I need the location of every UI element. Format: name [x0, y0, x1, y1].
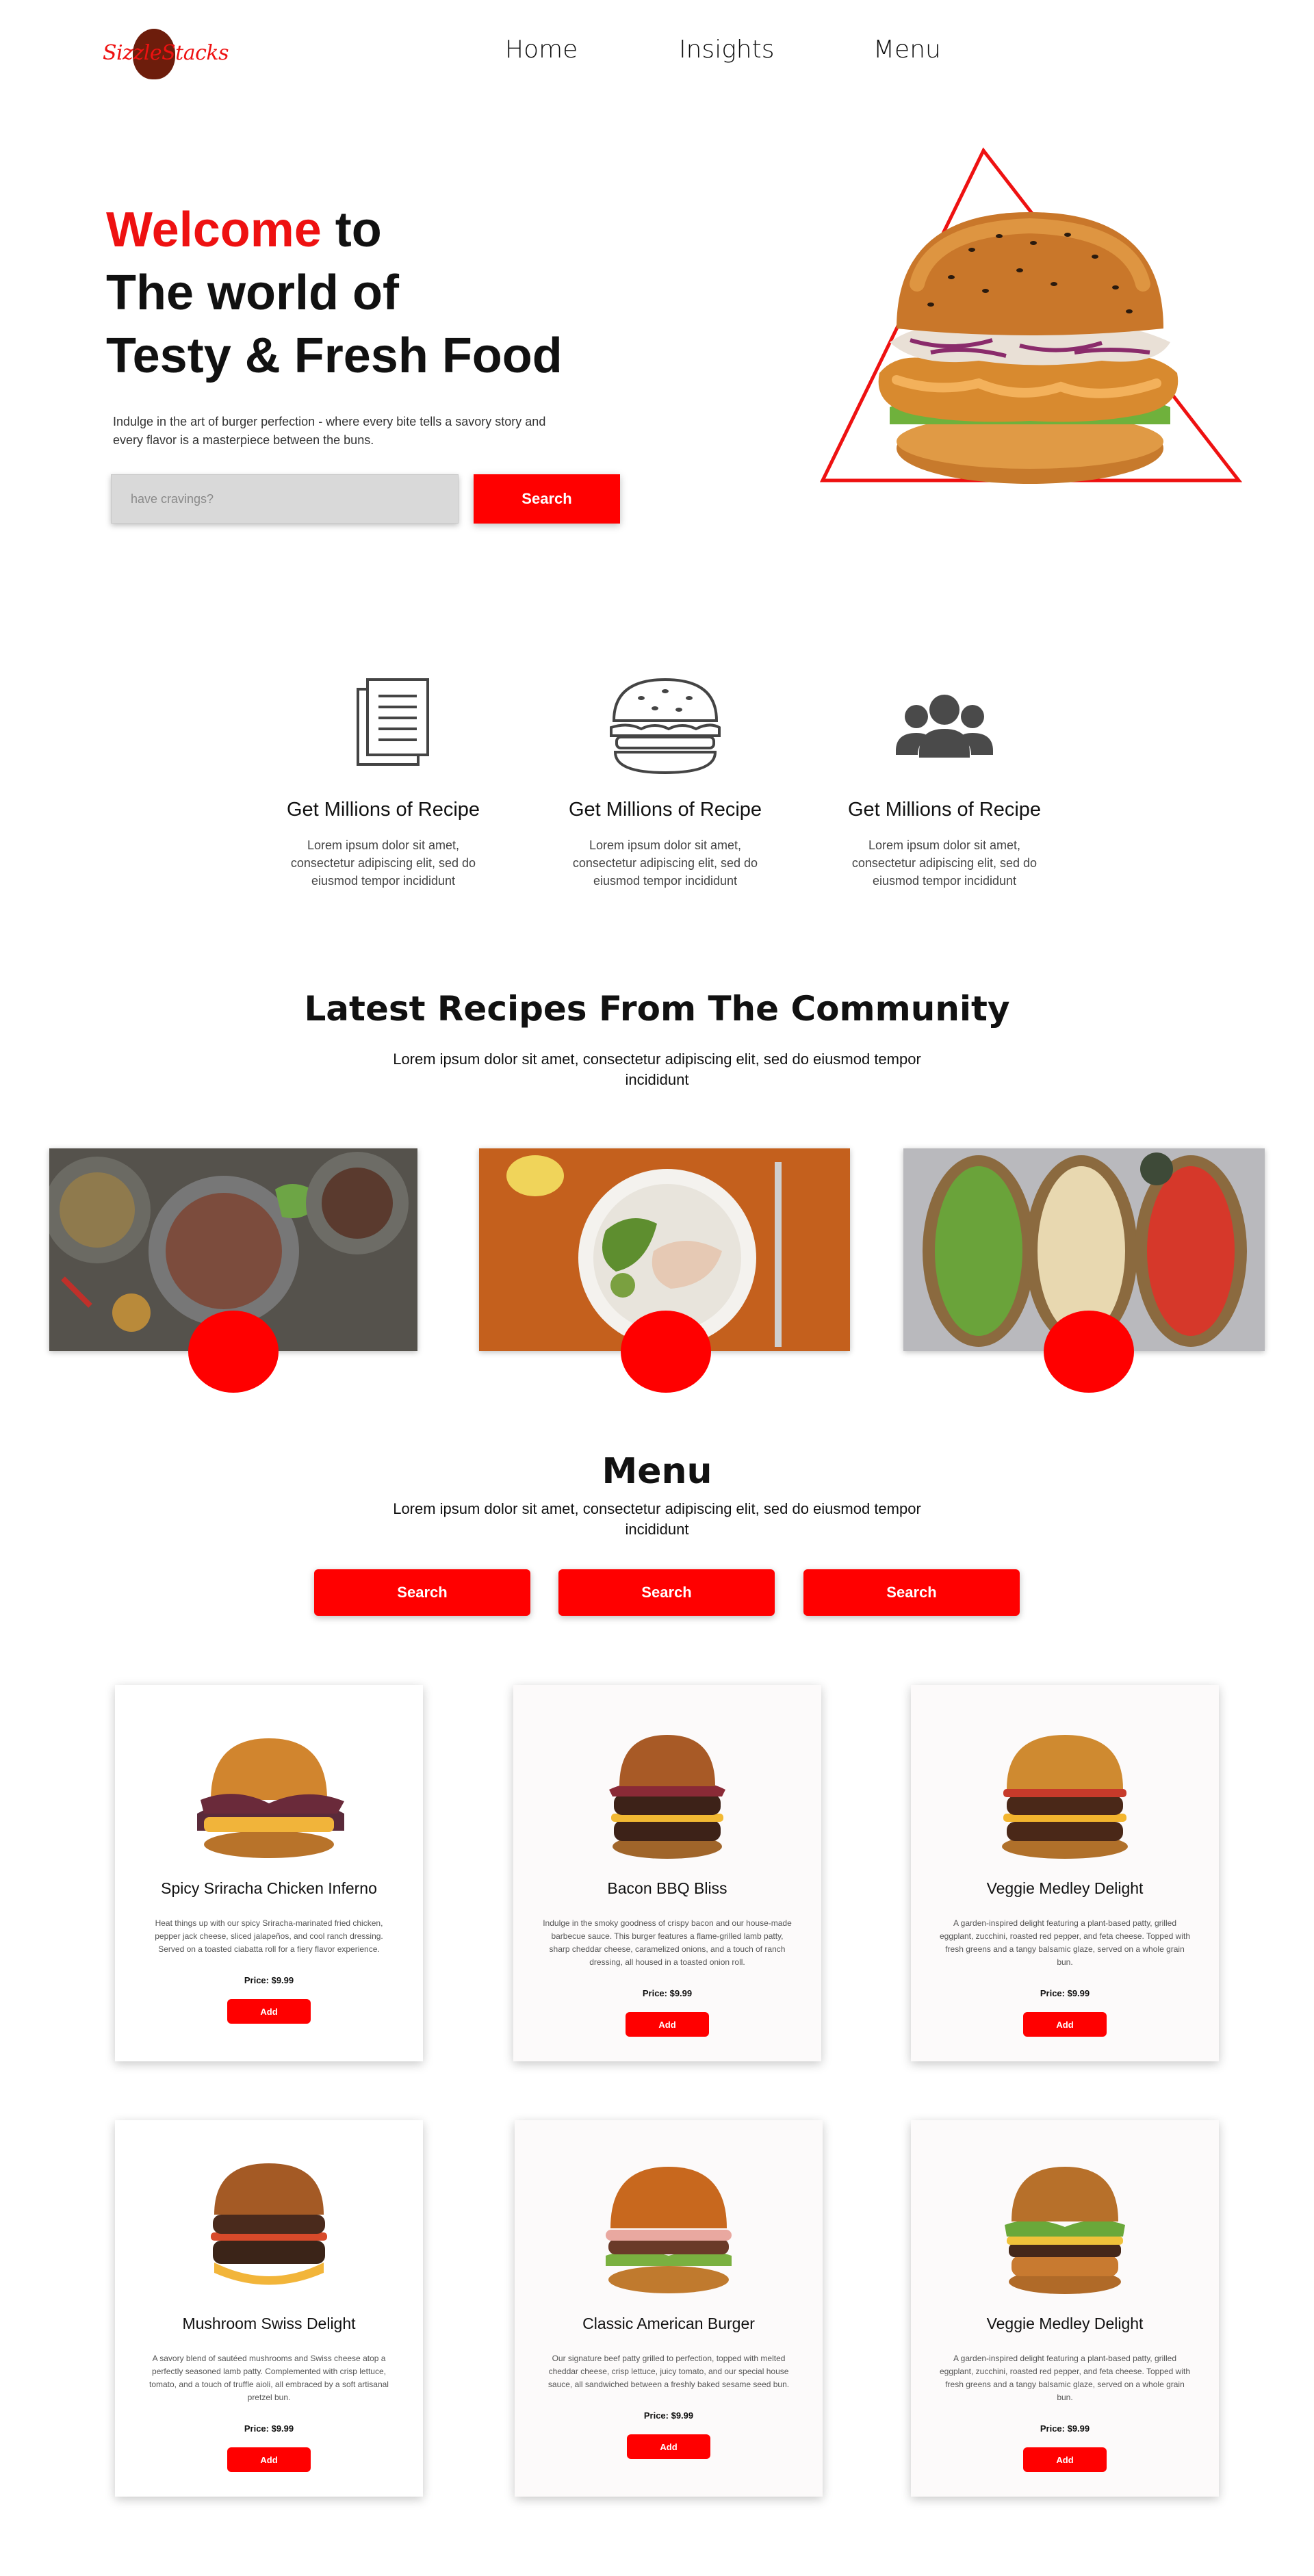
feature-title: Get Millions of Recipe: [847, 799, 1042, 821]
burger-image: [197, 1738, 344, 1858]
menu-item-price: Price: $9.99: [642, 1988, 693, 1998]
menu-card: Bacon BBQ Bliss Indulge in the smoky goo…: [513, 1685, 821, 2061]
add-button[interactable]: Add: [626, 2012, 709, 2037]
menu-filter-button[interactable]: Search: [558, 1569, 775, 1616]
menu-item-price: Price: $9.99: [1040, 1988, 1090, 1998]
menu-item-description: Heat things up with our spicy Sriracha-m…: [155, 1918, 383, 1954]
feature-text: Lorem ipsum dolor sit amet, consectetur …: [572, 838, 758, 888]
menu-item-description: A garden-inspired delight featuring a pl…: [939, 2354, 1191, 2402]
logo[interactable]: SizzleStacks: [103, 27, 229, 82]
menu-item-description: A garden-inspired delight featuring a pl…: [939, 1918, 1191, 1967]
feature-card: Get Millions of Recipe Lorem ipsum dolor…: [556, 674, 775, 890]
burger-outline-icon: [610, 678, 721, 775]
menu-filter-button[interactable]: Search: [803, 1569, 1020, 1616]
menu-item-description: A savory blend of sautéed mushrooms and …: [149, 2354, 389, 2402]
menu-item-name: Mushroom Swiss Delight: [182, 2315, 356, 2332]
add-button[interactable]: Add: [227, 2447, 311, 2472]
menu-item-price: Price: $9.99: [244, 1975, 294, 1985]
hero-description: Indulge in the art of burger perfection …: [113, 415, 546, 447]
nav-home[interactable]: Home: [505, 36, 578, 64]
menu-item-price: Price: $9.99: [643, 2410, 694, 2421]
hero-title-highlight: Welcome: [106, 203, 322, 257]
nav-menu[interactable]: Menu: [873, 36, 941, 64]
feature-text: Lorem ipsum dolor sit amet, consectetur …: [290, 838, 476, 888]
add-button[interactable]: Add: [627, 2434, 710, 2459]
craving-search-input[interactable]: [111, 474, 459, 524]
menu-item-description: Indulge in the smoky goodness of crispy …: [543, 1918, 792, 1967]
menu-item-price: Price: $9.99: [1040, 2423, 1090, 2434]
menu-item-name: Bacon BBQ Bliss: [607, 1879, 727, 1897]
nav-insights[interactable]: Insights: [679, 36, 774, 64]
logo-text: SizzleStacks: [103, 41, 229, 65]
community-title: Latest Recipes From The Community: [304, 989, 1010, 1029]
menu-item-name: Veggie Medley Delight: [986, 2315, 1144, 2332]
menu-filter-button[interactable]: Search: [314, 1569, 530, 1616]
menu-item-price: Price: $9.99: [244, 2423, 294, 2434]
recipe-badge: [1044, 1311, 1134, 1393]
feature-title: Get Millions of Recipe: [568, 799, 762, 821]
burger-image: [211, 2163, 327, 2285]
menu-card: Spicy Sriracha Chicken Inferno Heat thin…: [115, 1685, 423, 2061]
feature-card: Get Millions of Recipe Lorem ipsum dolor…: [835, 674, 1054, 890]
menu-subtitle: Lorem ipsum dolor sit amet, consectetur …: [393, 1500, 921, 1538]
hero-title: Welcome to The world of Testy & Fresh Fo…: [106, 198, 563, 387]
menu-item-description: Our signature beef patty grilled to perf…: [548, 2354, 790, 2389]
burger-image: [1005, 2167, 1125, 2294]
recipe-badge: [188, 1311, 279, 1393]
users-icon: [896, 695, 993, 758]
hero-title-line3: Testy & Fresh Food: [106, 329, 563, 383]
add-button[interactable]: Add: [1023, 2447, 1107, 2472]
hero-burger-image: [819, 147, 1243, 484]
menu-card: Veggie Medley Delight A garden-inspired …: [911, 2120, 1219, 2497]
hero-title-line2: The world of: [106, 266, 399, 320]
feature-text: Lorem ipsum dolor sit amet, consectetur …: [851, 838, 1038, 888]
burger-image: [609, 1735, 725, 1859]
document-icon: [357, 678, 429, 766]
menu-card: Veggie Medley Delight A garden-inspired …: [911, 1685, 1219, 2061]
add-button[interactable]: Add: [227, 1999, 311, 2024]
feature-title: Get Millions of Recipe: [286, 799, 480, 821]
menu-title: Menu: [602, 1451, 712, 1492]
menu-item-name: Classic American Burger: [582, 2315, 755, 2332]
hero-title-to: to: [321, 203, 382, 257]
menu-item-name: Veggie Medley Delight: [986, 1879, 1144, 1897]
menu-item-name: Spicy Sriracha Chicken Inferno: [161, 1879, 377, 1897]
hero-search-button[interactable]: Search: [474, 474, 620, 524]
menu-card: Mushroom Swiss Delight A savory blend of…: [115, 2120, 423, 2497]
add-button[interactable]: Add: [1023, 2012, 1107, 2037]
menu-card: Classic American Burger Our signature be…: [515, 2120, 823, 2497]
burger-image: [606, 2167, 732, 2293]
feature-card: Get Millions of Recipe Lorem ipsum dolor…: [274, 674, 493, 890]
recipe-badge: [621, 1311, 711, 1393]
community-subtitle: Lorem ipsum dolor sit amet, consectetur …: [393, 1051, 921, 1088]
burger-image: [1002, 1735, 1128, 1859]
